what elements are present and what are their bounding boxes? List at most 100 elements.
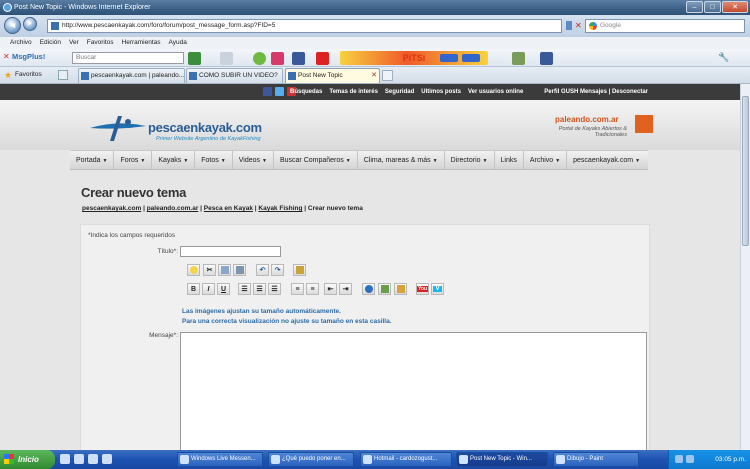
pitsi-banner[interactable]: PiTSi (340, 51, 488, 65)
toolbar-search-input[interactable]: Buscar (72, 52, 184, 64)
align-right-button[interactable]: ☰ (268, 283, 281, 295)
nav-portada[interactable]: Portada ▼ (70, 151, 115, 169)
link-usuarios-online[interactable]: Ver usuarios online (468, 84, 523, 100)
youtube-icon[interactable] (316, 52, 329, 65)
page-scrollbar[interactable] (740, 84, 750, 450)
forward-button[interactable]: ► (23, 17, 37, 31)
menu-ayuda[interactable]: Ayuda (169, 37, 187, 49)
bold-button[interactable]: B (187, 283, 200, 295)
scrollbar-thumb[interactable] (742, 96, 749, 246)
outdent-button[interactable]: ⇤ (324, 283, 337, 295)
pitsi-play-button[interactable] (440, 54, 458, 62)
title-input[interactable] (180, 246, 281, 257)
task-post-new-topic[interactable]: Post New Topic - Win... (456, 452, 548, 467)
youtube-embed-button[interactable]: You (416, 283, 429, 295)
facebook-icon[interactable] (292, 52, 305, 65)
align-center-button[interactable]: ☰ (253, 283, 266, 295)
cut-button[interactable]: ✂ (203, 264, 216, 276)
menu-favoritos[interactable]: Favoritos (87, 37, 114, 49)
minimize-button[interactable]: – (686, 1, 703, 13)
tray-volume-icon[interactable] (686, 455, 694, 463)
link-seguridad[interactable]: Seguridad (385, 84, 414, 100)
pitsi-info-button[interactable] (462, 54, 480, 62)
maximize-button[interactable]: □ (704, 1, 721, 13)
tab-post-new-topic[interactable]: Post New Topic ✕ (285, 68, 380, 83)
breadcrumb-link-kayak-fishing[interactable]: Kayak Fishing (258, 205, 302, 212)
breadcrumb-link-pescaenkayak[interactable]: pescaenkayak.com (82, 205, 141, 212)
vimeo-embed-button[interactable]: V (431, 283, 444, 295)
quicklaunch-messenger-icon[interactable] (102, 454, 112, 464)
breadcrumb-link-paleando[interactable]: paleando.com.ar (147, 205, 199, 212)
nav-directorio[interactable]: Directorio ▼ (445, 151, 495, 169)
nav-archivo[interactable]: Archivo ▼ (524, 151, 568, 169)
smiley-button[interactable] (187, 264, 200, 276)
toolbar-tool-icon[interactable] (220, 52, 233, 65)
align-left-button[interactable]: ☰ (238, 283, 251, 295)
facebook-icon[interactable] (263, 87, 272, 96)
nav-foros[interactable]: Foros ▼ (114, 151, 153, 169)
task-paint[interactable]: Dibujo - Paint (553, 452, 639, 467)
spellcheck-button[interactable] (293, 264, 306, 276)
task-que-puedo-poner[interactable]: ¿Qué puedo poner en... (268, 452, 354, 467)
nav-kayaks[interactable]: Kayaks ▼ (152, 151, 196, 169)
stop-icon[interactable]: ✕ (575, 21, 582, 30)
copy-button[interactable] (218, 264, 231, 276)
underline-button[interactable]: U (217, 283, 230, 295)
nav-links[interactable]: Links (495, 151, 524, 169)
tab-como-subir-video[interactable]: COMO SUBIR UN VIDEO? (186, 68, 283, 83)
menu-archivo[interactable]: Archivo (10, 37, 32, 49)
menu-herramientas[interactable]: Herramientas (122, 37, 161, 49)
task-windows-live-messenger[interactable]: Windows Live Messen... (177, 452, 263, 467)
message-textarea[interactable] (180, 332, 647, 450)
italic-button[interactable]: I (202, 283, 215, 295)
menu-edicion[interactable]: Edición (40, 37, 61, 49)
breadcrumb-link-pesca-kayak[interactable]: Pesca en Kayak (204, 205, 253, 212)
site-logo[interactable]: pescaenkayak.com Primer Website Argentin… (88, 114, 278, 144)
nav-clima[interactable]: Clima, mareas & más ▼ (358, 151, 445, 169)
address-bar[interactable]: http://www.pescaenkayak.com/foro/forum/p… (47, 19, 562, 33)
insert-image-button[interactable] (378, 283, 391, 295)
numbered-list-button[interactable]: ≡ (291, 283, 304, 295)
refresh-icon[interactable] (566, 21, 572, 30)
facebook-small-icon[interactable] (540, 52, 553, 65)
back-button[interactable]: ◄ (4, 17, 21, 34)
nav-fotos[interactable]: Fotos ▼ (195, 151, 233, 169)
close-button[interactable]: ✕ (722, 1, 748, 13)
close-toolbar-icon[interactable]: ✕ (3, 52, 10, 61)
redo-button[interactable]: ↷ (271, 264, 284, 276)
bullet-list-button[interactable]: ≡ (306, 283, 319, 295)
link-busquedas[interactable]: Búsquedas (290, 84, 322, 100)
go-icon[interactable] (188, 52, 201, 65)
indent-button[interactable]: ⇥ (339, 283, 352, 295)
paste-button[interactable] (233, 264, 246, 276)
nav-buscar-companeros[interactable]: Buscar Compañeros ▼ (274, 151, 358, 169)
task-hotmail[interactable]: Hotmail - cardozogust... (360, 452, 452, 467)
toolbar-image-icon[interactable] (512, 52, 525, 65)
new-tab-button[interactable] (382, 70, 393, 81)
tools-wrench-icon[interactable]: 🔧 (718, 52, 729, 64)
upload-image-button[interactable] (394, 283, 407, 295)
close-tab-icon[interactable]: ✕ (371, 69, 377, 83)
tab-pescaenkayak[interactable]: pescaenkayak.com | paleando... (78, 68, 185, 83)
link-ultimos-posts[interactable]: Ultimos posts (421, 84, 461, 100)
nav-videos[interactable]: Videos ▼ (233, 151, 274, 169)
insert-link-button[interactable] (362, 283, 375, 295)
user-links[interactable]: Perfil GUSH Mensajes | Desconectar (544, 84, 648, 100)
quicklaunch-desktop-icon[interactable] (74, 454, 84, 464)
quick-tabs-icon[interactable] (58, 70, 68, 80)
favorites-button[interactable]: ★ Favoritos (4, 69, 42, 81)
partner-logo[interactable]: paleando.com.ar Portal de Kayaks Abierto… (555, 113, 655, 143)
clock[interactable]: 03:05 p.m. (715, 456, 746, 463)
start-button[interactable]: Inicio (0, 450, 55, 469)
msgplus-label[interactable]: MsgPlus! (12, 52, 45, 61)
undo-button[interactable]: ↶ (256, 264, 269, 276)
tray-network-icon[interactable] (675, 455, 683, 463)
twitter-icon[interactable] (275, 87, 284, 96)
heart-icon[interactable] (271, 52, 284, 65)
nav-pescaenkayak[interactable]: pescaenkayak.com ▼ (567, 151, 646, 169)
quicklaunch-ie-icon[interactable] (60, 454, 70, 464)
menu-ver[interactable]: Ver (69, 37, 79, 49)
link-temas-interes[interactable]: Temas de interés (329, 84, 378, 100)
help-icon[interactable] (253, 52, 266, 65)
search-input[interactable]: Google (585, 19, 745, 33)
